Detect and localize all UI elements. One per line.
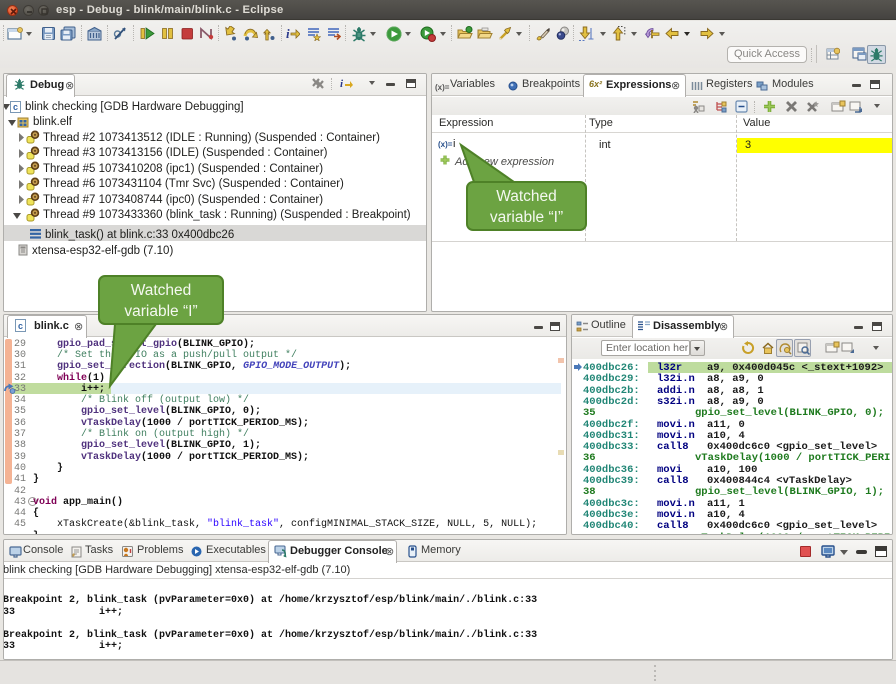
svg-text:i: i <box>340 78 344 89</box>
svg-text:(x)=: (x)= <box>435 83 450 92</box>
svg-text:i: i <box>286 26 290 41</box>
svg-text:6x²: 6x² <box>589 79 603 89</box>
